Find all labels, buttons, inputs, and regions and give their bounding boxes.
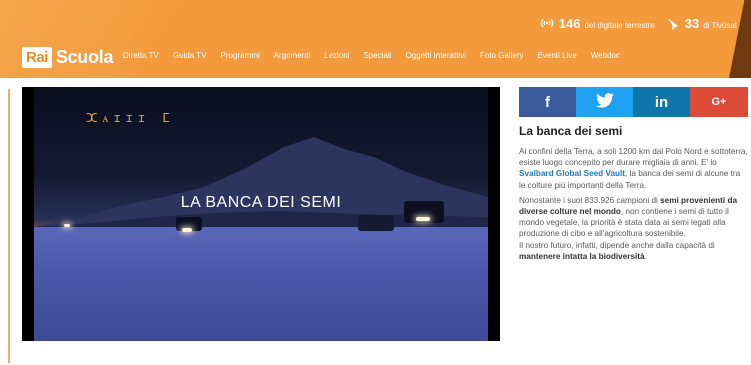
- stat-tivusat[interactable]: 33 di Tivùsat: [665, 14, 737, 31]
- video-frame: ⵋᴀɪɪɪ ⵎ LA BANCA DEI SEMI: [34, 87, 488, 341]
- googleplus-icon: G+: [711, 96, 727, 108]
- logo-scuola: Scuola: [55, 47, 114, 67]
- nav-programmi[interactable]: Programmi: [221, 51, 260, 60]
- stat-label: del digitale terrestre: [584, 21, 655, 30]
- headlight: [416, 217, 430, 221]
- bold-text: mantenere intatta la biodiversità: [519, 251, 645, 261]
- nav-speciali[interactable]: Speciali: [363, 51, 391, 60]
- header-corner-decoration: [729, 0, 751, 78]
- site-header: 146 del digitale terrestre 33 di Tivùsat…: [0, 0, 751, 78]
- satellite-dish-icon: [665, 16, 681, 30]
- svalbard-link[interactable]: Svalbard Global Seed Vault: [519, 169, 625, 178]
- nav-lezioni[interactable]: Lezioni: [324, 51, 349, 60]
- facebook-icon: f: [545, 93, 550, 111]
- text-span: Il nostro futuro, infatti, dipende anche…: [519, 240, 715, 250]
- headlight: [64, 224, 70, 227]
- nav-foto-gallery[interactable]: Foto Gallery: [480, 51, 524, 60]
- snow-field: [34, 227, 488, 341]
- channel-stats: 146 del digitale terrestre 33 di Tivùsat: [539, 14, 737, 31]
- nav-webdoc[interactable]: Webdoc: [591, 51, 620, 60]
- nav-eventi-live[interactable]: Eventi Live: [538, 51, 577, 60]
- video-player[interactable]: ⵋᴀɪɪɪ ⵎ LA BANCA DEI SEMI: [22, 87, 500, 341]
- article-panel: La banca dei semi Ai confini della Terra…: [519, 124, 748, 266]
- article-paragraph-1: Ai confini della Terra, a soli 1200 km d…: [519, 146, 748, 191]
- linkedin-share-button[interactable]: in: [633, 87, 690, 117]
- logo-rai: Rai: [22, 47, 52, 68]
- main-nav: Diretta TV Guida TV Programmi Argomenti …: [123, 51, 620, 60]
- page: 146 del digitale terrestre 33 di Tivùsat…: [0, 0, 751, 365]
- article-title: La banca dei semi: [519, 124, 623, 138]
- linkedin-icon: in: [654, 93, 669, 111]
- stat-digitale-terrestre[interactable]: 146 del digitale terrestre: [539, 14, 655, 31]
- googleplus-share-button[interactable]: G+: [690, 87, 748, 117]
- text-span: Nonostante i suoi 833.926 campioni di: [519, 195, 661, 205]
- article-paragraph-2: Nonostante i suoi 833.926 campioni di se…: [519, 195, 748, 262]
- facebook-share-button[interactable]: f: [519, 87, 576, 117]
- stat-value: 33: [684, 16, 700, 31]
- text-span: Ai confini della Terra, a soli 1200 km d…: [519, 147, 748, 168]
- video-corner-caption: ⵋᴀɪɪɪ ⵎ: [86, 111, 175, 125]
- stat-value: 146: [558, 16, 581, 31]
- left-accent-line: [8, 89, 10, 363]
- signal-icon: [539, 16, 555, 30]
- nav-diretta-tv[interactable]: Diretta TV: [123, 51, 159, 60]
- headlight: [182, 228, 192, 232]
- text-span: .: [644, 251, 647, 261]
- nav-oggetti-interattivi[interactable]: Oggetti Interattivi: [406, 51, 466, 60]
- stat-label: di Tivùsat: [703, 21, 737, 30]
- nav-argomenti[interactable]: Argomenti: [274, 51, 310, 60]
- rai-scuola-logo[interactable]: Rai Scuola: [22, 47, 113, 68]
- twitter-share-button[interactable]: [576, 87, 633, 117]
- nav-guida-tv[interactable]: Guida TV: [173, 51, 207, 60]
- twitter-icon: [595, 92, 614, 112]
- snowmobile: [358, 215, 394, 231]
- social-share-bar: f in G+: [519, 87, 748, 117]
